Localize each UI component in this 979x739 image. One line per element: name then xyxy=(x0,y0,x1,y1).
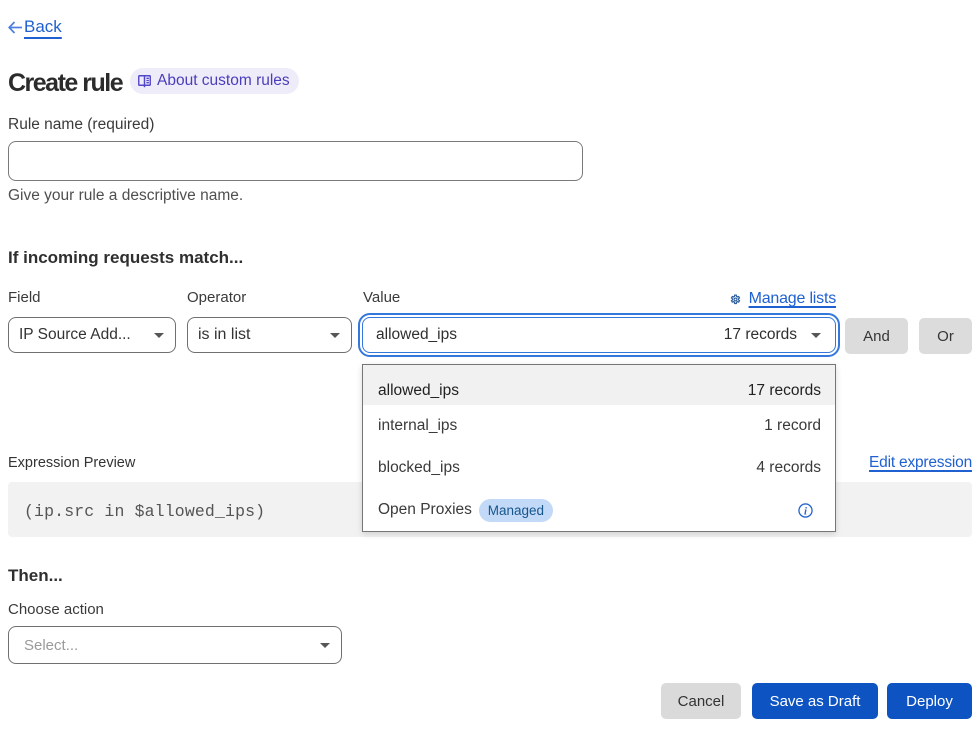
svg-text:i: i xyxy=(804,505,807,517)
